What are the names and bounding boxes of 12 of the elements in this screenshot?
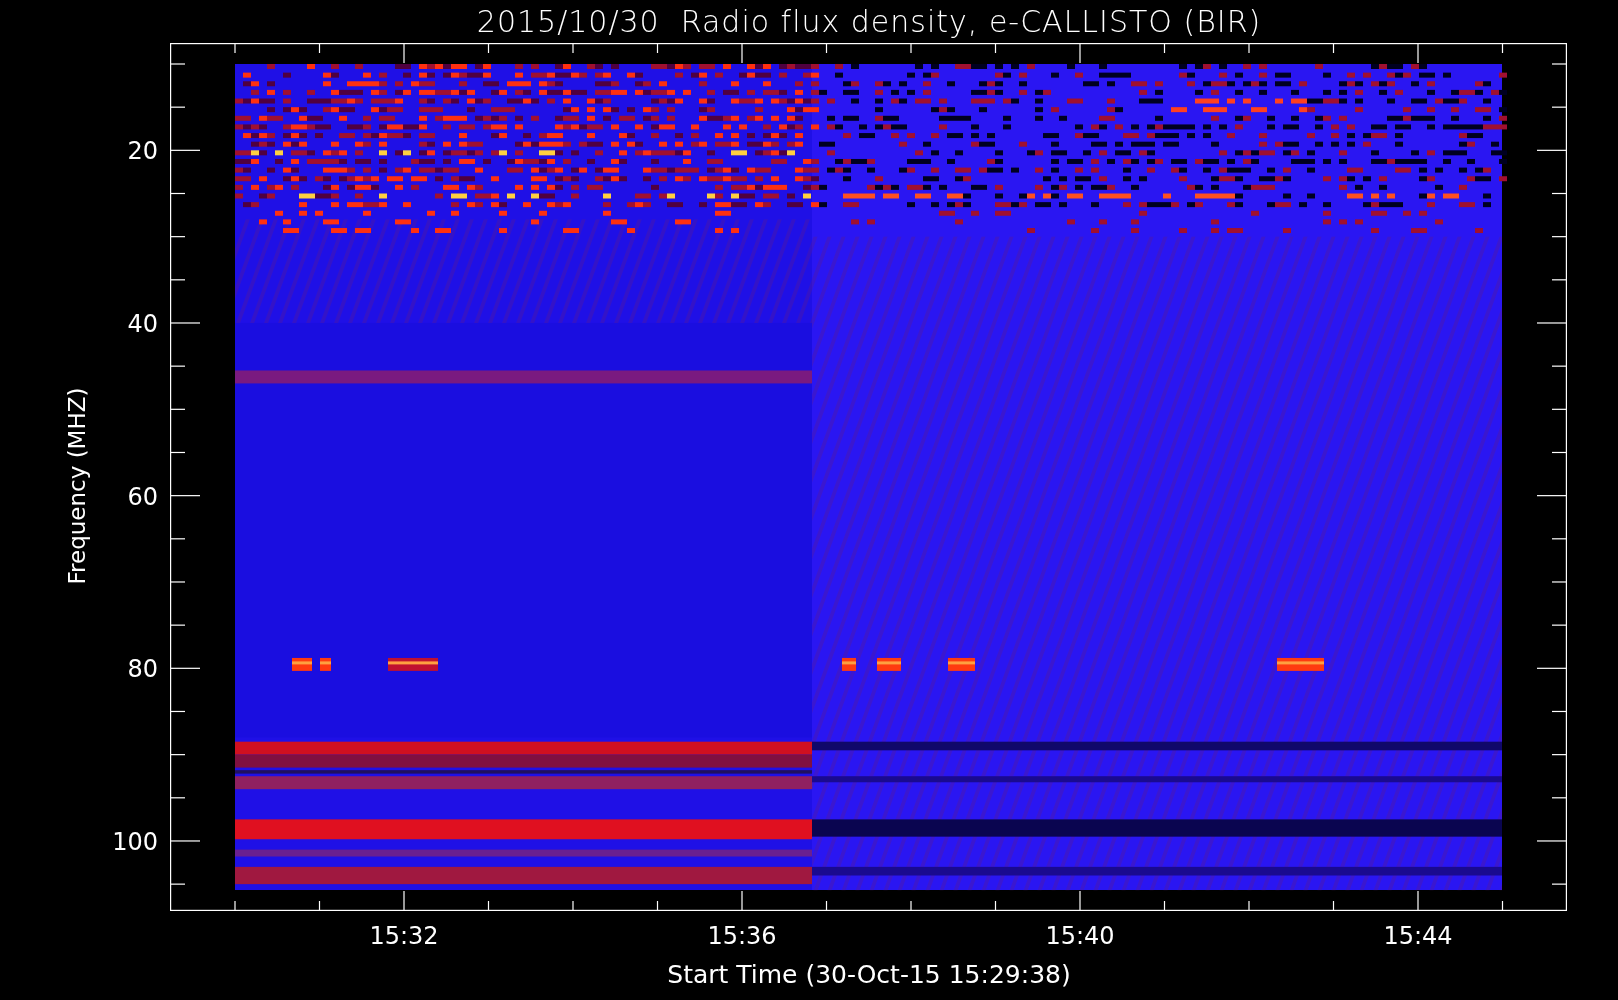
tick-label: 40	[127, 310, 158, 338]
y-axis-label: Frequency (MHZ)	[64, 387, 90, 585]
tick-label: 15:36	[707, 922, 777, 950]
tick-label: 100	[112, 827, 158, 856]
tick-label: 15:44	[1383, 922, 1453, 950]
tick-label: 80	[127, 655, 158, 684]
x-axis-label: Start Time (30-Oct-15 15:29:38)	[667, 960, 1071, 989]
tick-label: 20	[127, 137, 158, 166]
tick-label: 60	[127, 482, 158, 511]
tick-label: 15:32	[369, 922, 439, 950]
chart-title: 2015/10/30 Radio flux density, e-CALLISTO (BIR)	[476, 4, 1262, 39]
tick-label: 15:40	[1045, 922, 1115, 950]
